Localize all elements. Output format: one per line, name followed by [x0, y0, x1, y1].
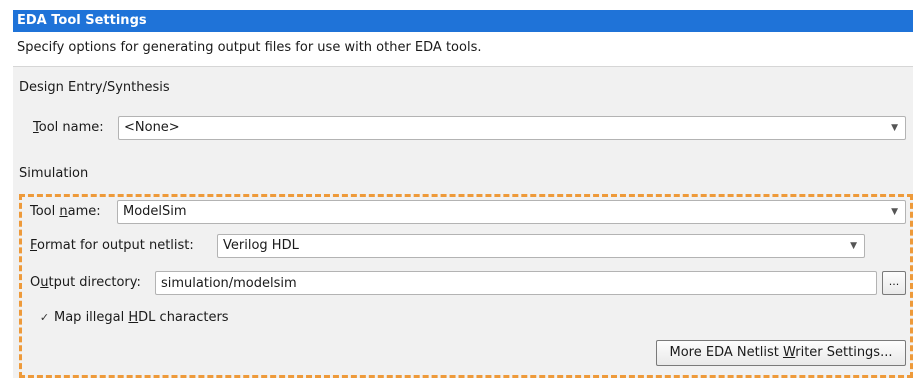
simulation-tool-label-post: ame:	[67, 204, 101, 219]
chevron-down-icon: ▼	[891, 123, 898, 133]
output-directory-label: Output directory:	[30, 271, 141, 295]
design-entry-tool-combo[interactable]: <None> ▼	[118, 116, 906, 140]
simulation-tool-label-pre: Tool	[30, 204, 60, 219]
map-illegal-hdl-label: Map illegal HDL characters	[54, 310, 229, 325]
format-label-text: ormat for output netlist:	[37, 238, 194, 253]
map-label-accel: H	[128, 310, 139, 325]
simulation-tool-label: Tool name:	[30, 200, 101, 224]
page-title: EDA Tool Settings	[13, 10, 913, 32]
output-directory-label-pre: O	[30, 275, 41, 290]
design-entry-tool-label-text: ool name:	[38, 120, 104, 135]
format-combo[interactable]: Verilog HDL ▼	[217, 234, 865, 258]
more-button-post: riter Settings...	[795, 345, 893, 360]
map-illegal-hdl-checkbox[interactable]: ✓	[38, 311, 51, 324]
format-value: Verilog HDL	[223, 238, 299, 253]
browse-button[interactable]: ...	[882, 271, 906, 295]
map-label-post: DL characters	[138, 310, 229, 325]
more-button-pre: More EDA Netlist	[669, 345, 783, 360]
simulation-tool-label-accel: n	[59, 204, 68, 219]
simulation-tool-value: ModelSim	[123, 204, 187, 219]
more-button-accel: W	[782, 345, 796, 360]
chevron-down-icon: ▼	[850, 241, 857, 251]
design-entry-tool-label: Tool name:	[33, 116, 104, 140]
simulation-tool-combo[interactable]: ModelSim ▼	[117, 200, 906, 224]
chevron-down-icon: ▼	[891, 207, 898, 217]
format-label: Format for output netlist:	[30, 234, 194, 258]
page-description: Specify options for generating output fi…	[17, 40, 482, 55]
check-icon: ✓	[39, 311, 50, 324]
output-directory-label-post: tput directory:	[48, 275, 141, 290]
output-directory-input[interactable]	[155, 271, 877, 295]
format-label-accel: F	[30, 238, 38, 253]
map-label-pre: Map illegal	[54, 310, 129, 325]
design-entry-tool-value: <None>	[124, 120, 180, 135]
more-eda-netlist-writer-settings-button[interactable]: More EDA Netlist Writer Settings...	[656, 340, 906, 366]
simulation-section-title: Simulation	[19, 166, 89, 181]
design-entry-section-title: Design Entry/Synthesis	[19, 80, 170, 95]
